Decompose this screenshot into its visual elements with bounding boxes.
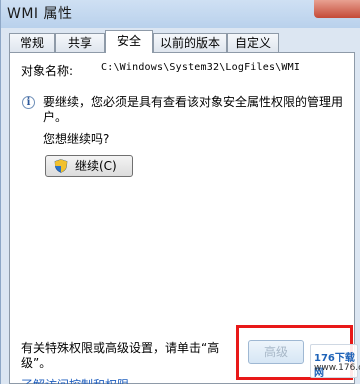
uac-shield-icon [54, 159, 68, 173]
tab-security[interactable]: 安全 [105, 30, 153, 53]
tab-general[interactable]: 常规 [9, 33, 55, 52]
properties-window: WMI 属性 常规 共享 安全 以前的版本 自定义 对象名称: C:\Windo… [0, 0, 360, 384]
continue-button[interactable]: 继续(C) [45, 155, 133, 177]
continue-button-label: 继续(C) [75, 159, 117, 173]
close-button[interactable] [314, 0, 360, 18]
tab-strip: 常规 共享 安全 以前的版本 自定义 [9, 30, 353, 53]
info-icon: i [22, 96, 35, 109]
window-title: WMI 属性 [7, 6, 73, 22]
title-bar[interactable]: WMI 属性 [1, 0, 360, 28]
advanced-hint-text: 有关特殊权限或高级设置，请单击“高级”。 [21, 341, 220, 370]
permission-info-text: 要继续，您必须是具有查看该对象安全属性权限的管理用户。 [43, 95, 344, 124]
tab-sharing[interactable]: 共享 [55, 33, 105, 52]
tab-customize[interactable]: 自定义 [227, 33, 279, 52]
access-control-link[interactable]: 了解访问控制和权限 [21, 376, 129, 384]
object-path: C:\Windows\System32\LogFiles\WMI [101, 62, 301, 73]
watermark-url: www.176.com [314, 363, 360, 373]
tab-previous-versions[interactable]: 以前的版本 [153, 33, 227, 52]
continue-prompt: 您想继续吗? [43, 132, 110, 146]
object-name-label: 对象名称: [21, 64, 74, 78]
site-watermark: 176下载网 www.176.com [310, 344, 360, 379]
